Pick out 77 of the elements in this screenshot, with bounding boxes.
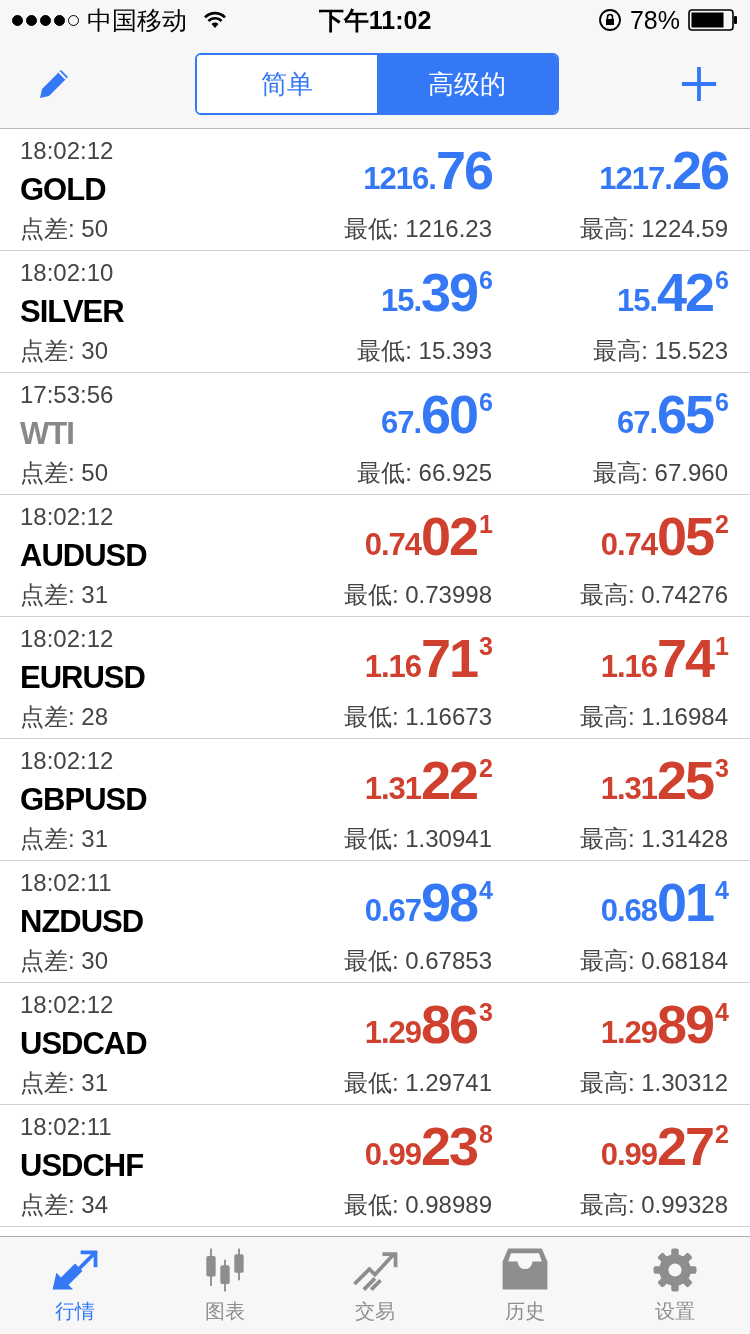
low-price: 最低: 1.29741: [343, 1068, 492, 1098]
segment-tab[interactable]: 高级的: [377, 55, 557, 113]
high-price: 最高: 67.960: [593, 458, 728, 488]
bid-price: 1216.76: [363, 142, 492, 202]
bid-price: 1.2986$^{3}$: [364, 993, 492, 1056]
carrier-name: 中国移动: [87, 4, 187, 36]
quote-time: 18:02:12: [20, 745, 115, 776]
low-price: 最低: 0.67853: [343, 946, 492, 976]
high-price: 最高: 1.30312: [579, 1068, 728, 1098]
add-icon[interactable]: [680, 65, 718, 103]
tab-bar-item[interactable]: 交易: [300, 1237, 450, 1334]
high-price: 最高: 1.31428: [579, 824, 728, 854]
bid-price: 15.39$^{6}$: [380, 261, 492, 324]
ask-price: 0.7405$^{2}$: [600, 505, 728, 568]
low-price: 最低: 1.16673: [343, 702, 492, 732]
symbol-name: WTI: [20, 414, 75, 453]
tab-bar-item[interactable]: 设置: [600, 1237, 750, 1334]
symbol-name: EURUSD: [20, 658, 146, 697]
rotation-lock-icon: [597, 8, 622, 32]
quote-time: 18:02:12: [20, 623, 115, 654]
ask-price: 67.65$^{6}$: [616, 383, 728, 446]
battery-percent: 78%: [629, 5, 680, 35]
battery-icon: [688, 9, 738, 31]
bid-price: 0.7402$^{1}$: [364, 505, 492, 568]
high-price: 最高: 15.523: [593, 336, 728, 366]
symbol-name: GBPUSD: [20, 780, 148, 819]
quote-time: 18:02:12: [20, 135, 115, 166]
high-price: 最高: 0.74276: [579, 580, 728, 610]
bid-price: 67.60$^{6}$: [380, 383, 492, 446]
wifi-icon: [203, 11, 227, 29]
ask-price: 0.6801$^{4}$: [600, 871, 728, 934]
low-price: 最低: 0.73998: [343, 580, 492, 610]
quote-time: 18:02:11: [20, 1111, 113, 1142]
bid-price: 0.6798$^{4}$: [364, 871, 492, 934]
symbol-name: SILVER: [20, 292, 125, 331]
ask-price: 0.9927$^{2}$: [600, 1115, 728, 1178]
high-price: 最高: 0.68184: [579, 946, 728, 976]
segment-tab[interactable]: 简单: [197, 55, 377, 113]
ask-price: 1.2989$^{4}$: [600, 993, 728, 1056]
symbol-name: NZDUSD: [20, 902, 145, 941]
spread-text: 点差: 34: [20, 1189, 110, 1220]
quote-time: 18:02:12: [20, 989, 115, 1020]
quote-time: 17:53:56: [20, 379, 115, 410]
spread-text: 点差: 50: [20, 213, 110, 244]
high-price: 最高: 1224.59: [579, 214, 728, 244]
high-price: 最高: 0.99328: [579, 1190, 728, 1220]
spread-text: 点差: 50: [20, 457, 110, 488]
low-price: 最低: 1.30941: [343, 824, 492, 854]
bid-price: 1.3122$^{2}$: [364, 749, 492, 812]
clock-time: 下午11:02: [318, 4, 432, 36]
low-price: 最低: 15.393: [357, 336, 492, 366]
bid-price: 0.9923$^{8}$: [364, 1115, 492, 1178]
ask-price: 1.3125$^{3}$: [600, 749, 728, 812]
low-price: 最低: 0.98989: [343, 1190, 492, 1220]
spread-text: 点差: 28: [20, 701, 110, 732]
quote-time: 18:02:11: [20, 867, 113, 898]
symbol-name: GOLD: [20, 170, 107, 209]
spread-text: 点差: 30: [20, 945, 110, 976]
quote-time: 18:02:12: [20, 501, 115, 532]
tab-bar-item[interactable]: 行情: [0, 1237, 150, 1334]
spread-text: 点差: 31: [20, 579, 110, 610]
quote-time: 18:02:10: [20, 257, 115, 288]
spread-text: 点差: 30: [20, 335, 110, 366]
ask-price: 15.42$^{6}$: [616, 261, 728, 324]
high-price: 最高: 1.16984: [579, 702, 728, 732]
symbol-name: USDCAD: [20, 1024, 148, 1063]
bid-price: 1.1671$^{3}$: [364, 627, 492, 690]
symbol-name: AUDUSD: [20, 536, 148, 575]
tab-bar-item[interactable]: 图表: [150, 1237, 300, 1334]
low-price: 最低: 66.925: [357, 458, 492, 488]
spread-text: 点差: 31: [20, 1067, 110, 1098]
low-price: 最低: 1216.23: [343, 214, 492, 244]
tab-bar-item[interactable]: 历史: [450, 1237, 600, 1334]
ask-price: 1217.26: [599, 142, 728, 202]
spread-text: 点差: 31: [20, 823, 110, 854]
ask-price: 1.1674$^{1}$: [600, 627, 728, 690]
symbol-name: USDCHF: [20, 1146, 145, 1185]
